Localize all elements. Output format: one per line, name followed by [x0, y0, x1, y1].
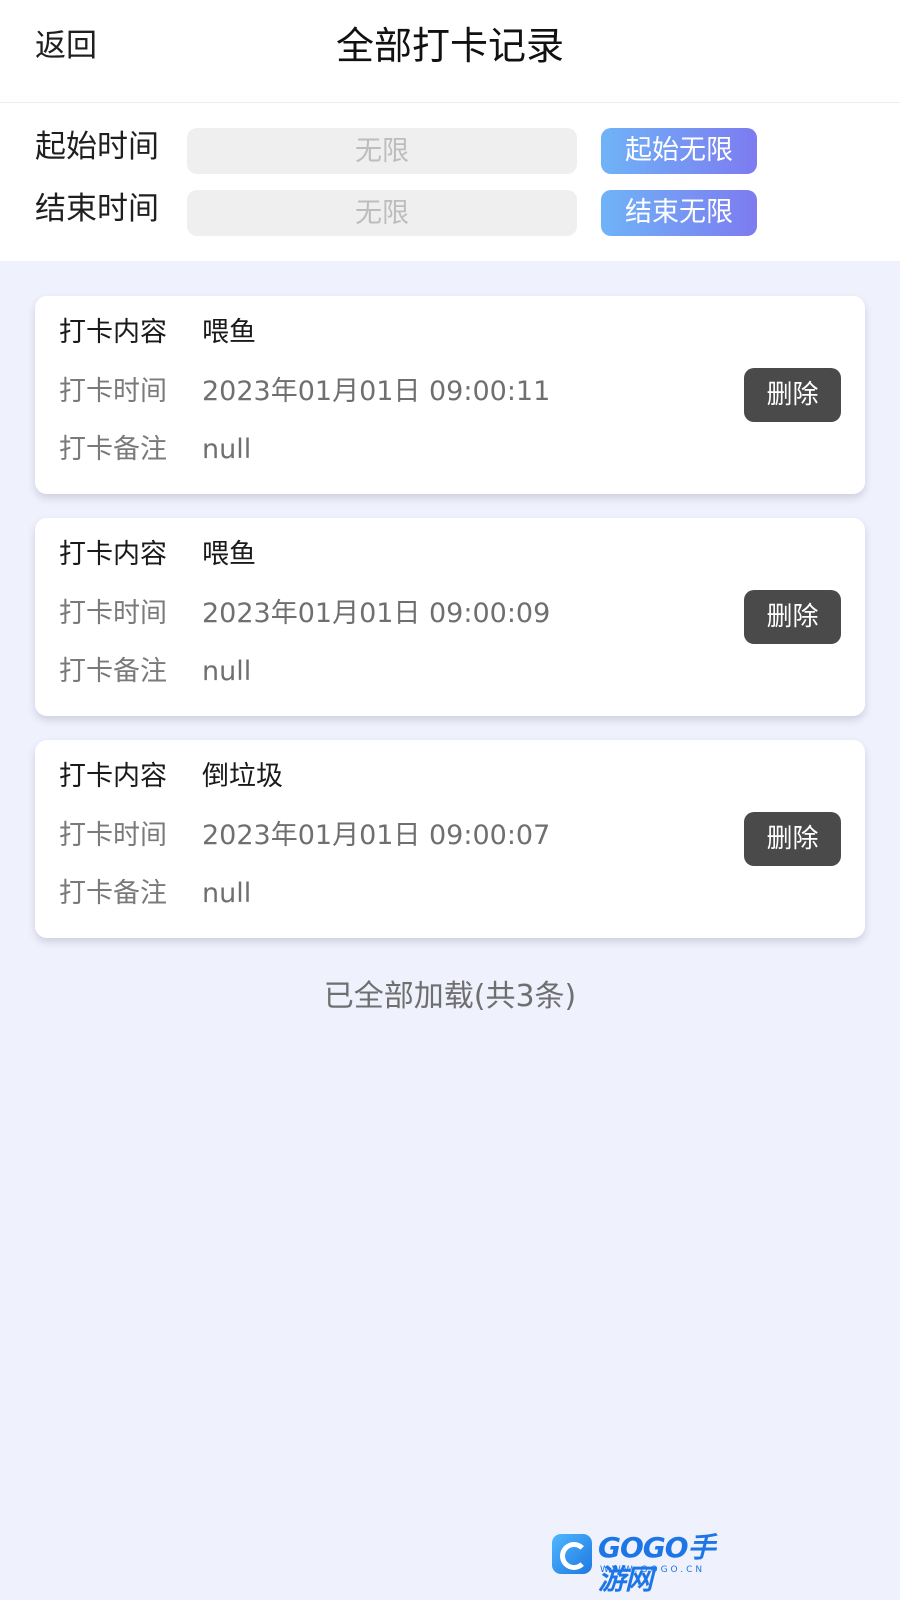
record-list: 打卡内容 喂鱼 打卡时间 2023年01月01日 09:00:11 打卡备注 null… [35, 296, 865, 962]
delete-button[interactable]: 删除 [744, 368, 841, 422]
record-card: 打卡内容 倒垃圾 打卡时间 2023年01月01日 09:00:07 打卡备注 nul… [35, 740, 865, 938]
page-title: 全部打卡记录 [335, 24, 564, 68]
end-time-label: 结束时间 [35, 191, 159, 227]
start-time-row: 起始时间 起始无限 [0, 125, 900, 174]
record-time-row: 打卡时间 2023年01月01日 09:00:09 [59, 594, 550, 634]
record-content-row: 打卡内容 倒垃圾 [59, 757, 283, 797]
start-time-label: 起始时间 [35, 129, 159, 165]
note-value: null [202, 656, 252, 687]
time-value: 2023年01月01日 09:00:07 [202, 820, 551, 851]
content-label: 打卡内容 [59, 539, 167, 570]
content-label: 打卡内容 [59, 761, 167, 792]
end-unlimited-button[interactable]: 结束无限 [601, 190, 757, 236]
app-header: 返回 全部打卡记录 [0, 0, 900, 103]
record-content-row: 打卡内容 喂鱼 [59, 535, 256, 575]
note-value: null [202, 434, 252, 465]
record-note-row: 打卡备注 null [59, 874, 251, 914]
delete-button[interactable]: 删除 [744, 590, 841, 644]
content-label: 打卡内容 [59, 317, 167, 348]
note-label: 打卡备注 [59, 656, 167, 687]
note-label: 打卡备注 [59, 434, 167, 465]
delete-button[interactable]: 删除 [744, 812, 841, 866]
record-note-row: 打卡备注 null [59, 652, 251, 692]
time-label: 打卡时间 [59, 598, 167, 629]
content-value: 倒垃圾 [202, 761, 283, 792]
time-value: 2023年01月01日 09:00:11 [202, 376, 551, 407]
date-filter-panel: 起始时间 起始无限 结束时间 结束无限 [0, 103, 900, 261]
time-value: 2023年01月01日 09:00:09 [202, 598, 551, 629]
content-value: 喂鱼 [202, 539, 256, 570]
start-unlimited-button[interactable]: 起始无限 [601, 128, 757, 174]
time-label: 打卡时间 [59, 376, 167, 407]
content-value: 喂鱼 [202, 317, 256, 348]
note-value: null [202, 878, 252, 909]
end-time-row: 结束时间 结束无限 [0, 187, 900, 236]
record-card: 打卡内容 喂鱼 打卡时间 2023年01月01日 09:00:09 打卡备注 null… [35, 518, 865, 716]
record-time-row: 打卡时间 2023年01月01日 09:00:07 [59, 816, 550, 856]
start-time-input[interactable] [187, 128, 577, 174]
record-time-row: 打卡时间 2023年01月01日 09:00:11 [59, 372, 550, 412]
record-card: 打卡内容 喂鱼 打卡时间 2023年01月01日 09:00:11 打卡备注 null… [35, 296, 865, 494]
record-content-row: 打卡内容 喂鱼 [59, 313, 256, 353]
time-label: 打卡时间 [59, 820, 167, 851]
gogo-logo-icon [552, 1534, 592, 1574]
load-status-text: 已全部加载(共3条) [323, 979, 577, 1014]
record-note-row: 打卡备注 null [59, 430, 251, 470]
watermark-url: WWW.GOGO.CN [600, 1565, 706, 1575]
watermark-logo: GOGO手游网 WWW.GOGO.CN [552, 1530, 734, 1596]
end-time-input[interactable] [187, 190, 577, 236]
note-label: 打卡备注 [59, 878, 167, 909]
